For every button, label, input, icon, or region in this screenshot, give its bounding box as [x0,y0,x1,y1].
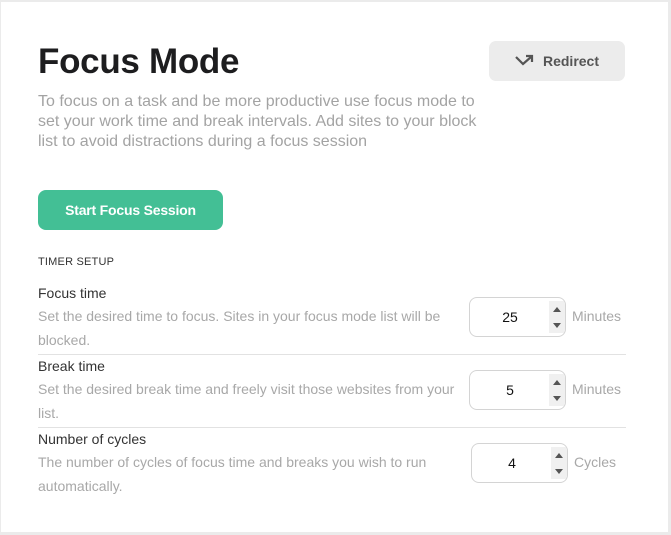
break-time-spinner[interactable] [549,374,565,406]
cycles-unit: Cycles [574,454,617,470]
page-title: Focus Mode [38,42,240,81]
cycles-stepper[interactable] [471,443,568,483]
cycles-spinner[interactable] [551,447,567,479]
cycles-input[interactable] [472,444,552,482]
focus-time-row: Focus time Set the desired time to focus… [38,282,626,355]
focus-time-help: Set the desired time to focus. Sites in … [38,308,441,348]
redirect-arrow-icon [515,54,534,66]
redirect-button[interactable]: Redirect [489,41,625,81]
redirect-button-label: Redirect [542,53,600,69]
decrement-arrow-icon[interactable] [553,395,561,401]
decrement-arrow-icon[interactable] [553,322,561,328]
focus-mode-page: Focus Mode Redirect To focus on a task a… [1,2,668,532]
break-time-input[interactable] [470,371,550,409]
increment-arrow-icon[interactable] [555,452,563,458]
cycles-row: Number of cycles The number of cycles of… [38,428,626,501]
break-time-unit: Minutes [572,381,622,397]
start-focus-session-button[interactable]: Start Focus Session [38,190,223,230]
focus-time-label: Focus time [38,285,107,301]
decrement-arrow-icon[interactable] [555,468,563,474]
focus-time-spinner[interactable] [549,301,565,333]
break-time-label: Break time [38,358,105,374]
focus-time-stepper[interactable] [469,297,566,337]
increment-arrow-icon[interactable] [553,379,561,385]
page-description: To focus on a task and be more productiv… [38,93,477,150]
focus-time-unit: Minutes [572,308,622,324]
break-time-row: Break time Set the desired break time an… [38,355,626,428]
break-time-help: Set the desired break time and freely vi… [38,381,455,421]
cycles-label: Number of cycles [38,431,147,447]
timer-setup-heading: TIMER SETUP [38,256,115,268]
break-time-stepper[interactable] [469,370,566,410]
cycles-help: The number of cycles of focus time and b… [38,454,427,494]
focus-time-input[interactable] [470,298,550,336]
increment-arrow-icon[interactable] [553,306,561,312]
